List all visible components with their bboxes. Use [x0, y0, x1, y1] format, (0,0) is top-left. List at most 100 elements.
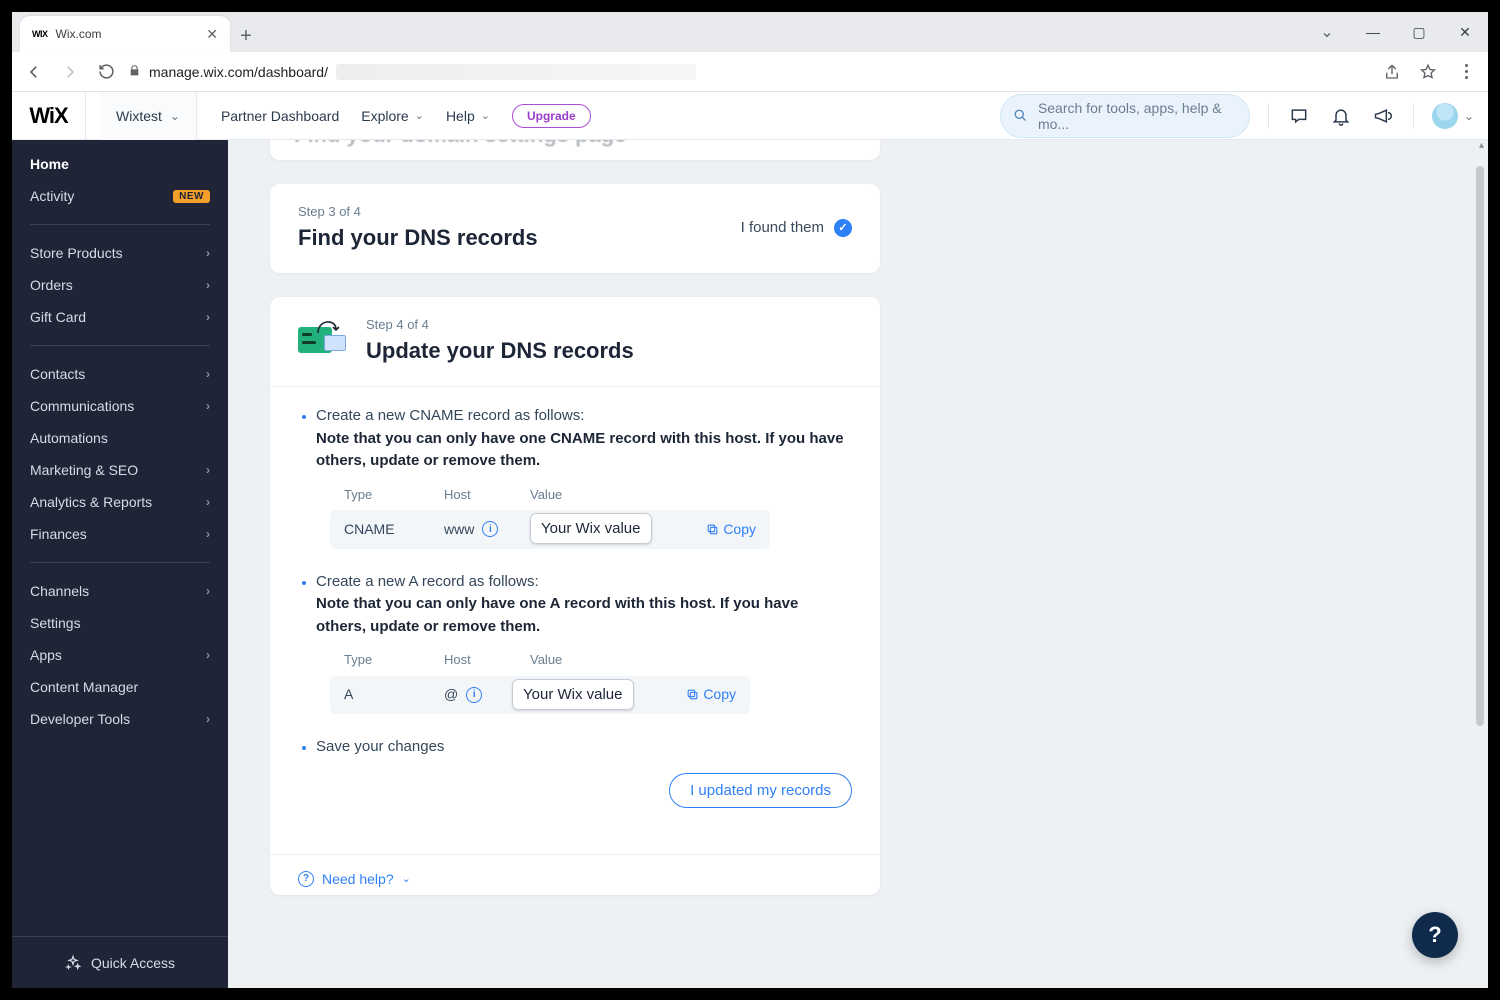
- sidebar-item-channels[interactable]: Channels›: [12, 575, 228, 607]
- account-menu[interactable]: ⌄: [1432, 103, 1474, 129]
- lock-icon: [128, 64, 141, 80]
- chevron-down-icon: ⌄: [402, 872, 411, 885]
- share-icon[interactable]: [1380, 60, 1404, 84]
- cell-host: www: [444, 519, 474, 540]
- close-tab-icon[interactable]: ✕: [206, 26, 218, 43]
- browser-tabstrip: WIX Wix.com ✕ + ⌄ — ▢ ✕: [12, 12, 1488, 52]
- sidebar-item-finances[interactable]: Finances›: [12, 518, 228, 550]
- chevron-right-icon: ›: [206, 495, 210, 509]
- chevron-down-icon: ⌄: [415, 109, 424, 122]
- nav-back-button[interactable]: [20, 58, 48, 86]
- sidebar-item-content-manager[interactable]: Content Manager: [12, 671, 228, 703]
- sidebar-item-label: Developer Tools: [30, 711, 130, 727]
- sidebar-item-label: Orders: [30, 277, 73, 293]
- separator: [30, 224, 210, 225]
- need-help-link[interactable]: ? Need help? ⌄: [298, 871, 852, 887]
- chevron-right-icon: ›: [206, 246, 210, 260]
- card-step2-peek: Find your domain settings page: [270, 140, 880, 160]
- separator: [30, 345, 210, 346]
- notifications-icon[interactable]: [1329, 104, 1353, 128]
- bookmark-star-icon[interactable]: [1416, 60, 1440, 84]
- sidebar-item-label: Analytics & Reports: [30, 494, 152, 510]
- copy-label: Copy: [723, 519, 756, 540]
- sidebar-item-communications[interactable]: Communications›: [12, 390, 228, 422]
- inbox-icon[interactable]: [1287, 104, 1311, 128]
- search-placeholder: Search for tools, apps, help & mo...: [1038, 100, 1237, 132]
- copy-button[interactable]: Copy: [686, 519, 756, 540]
- sidebar-item-contacts[interactable]: Contacts›: [12, 358, 228, 390]
- new-badge: NEW: [173, 190, 210, 203]
- nav-explore[interactable]: Explore⌄: [361, 108, 424, 124]
- window-buttons: ⌄ — ▢ ✕: [1304, 12, 1488, 52]
- sidebar-item-label: Gift Card: [30, 309, 86, 325]
- search-input[interactable]: Search for tools, apps, help & mo...: [1000, 94, 1250, 138]
- nav-partner-dashboard[interactable]: Partner Dashboard: [221, 108, 339, 124]
- sidebar-item-apps[interactable]: Apps›: [12, 639, 228, 671]
- sidebar-item-automations[interactable]: Automations: [12, 422, 228, 454]
- window-close-button[interactable]: ✕: [1442, 12, 1488, 52]
- tab-overflow-icon[interactable]: ⌄: [1304, 12, 1350, 52]
- sidebar-item-label: Settings: [30, 615, 81, 631]
- cell-host: @: [444, 684, 458, 705]
- info-icon[interactable]: i: [482, 521, 498, 537]
- window-minimize-button[interactable]: —: [1350, 12, 1396, 52]
- chevron-right-icon: ›: [206, 527, 210, 541]
- table-row: CNAME www i Your Wix value: [330, 510, 770, 549]
- chevron-down-icon: ⌄: [170, 109, 180, 123]
- info-icon[interactable]: i: [466, 687, 482, 703]
- chevron-right-icon: ›: [206, 463, 210, 477]
- card-title: Find your DNS records: [298, 225, 538, 251]
- col-host: Host: [444, 650, 530, 670]
- save-changes-text: Save your changes: [316, 738, 444, 755]
- sidebar-item-activity[interactable]: Activity NEW: [12, 180, 228, 212]
- sidebar-item-marketing-seo[interactable]: Marketing & SEO›: [12, 454, 228, 486]
- browser-menu-icon[interactable]: [1452, 58, 1480, 86]
- sidebar-item-home[interactable]: Home: [12, 148, 228, 180]
- nav-forward-button[interactable]: [56, 58, 84, 86]
- help-fab-button[interactable]: ?: [1412, 912, 1458, 958]
- avatar: [1432, 103, 1458, 129]
- copy-icon: [686, 688, 699, 701]
- chevron-right-icon: ›: [206, 399, 210, 413]
- wix-favicon: WIX: [32, 29, 48, 39]
- step-label: Step 3 of 4: [298, 204, 538, 219]
- sidebar-item-gift-card[interactable]: Gift Card ›: [12, 301, 228, 333]
- nav-reload-button[interactable]: [92, 58, 120, 86]
- nav-help[interactable]: Help⌄: [446, 108, 490, 124]
- need-help-label: Need help?: [322, 871, 394, 887]
- a-intro-text: Create a new A record as follows:: [316, 573, 539, 590]
- copy-button[interactable]: Copy: [666, 684, 736, 705]
- i-updated-my-records-button[interactable]: I updated my records: [669, 773, 852, 808]
- a-note-text: Note that you can only have one A record…: [316, 595, 798, 635]
- upgrade-button[interactable]: Upgrade: [512, 104, 591, 128]
- browser-tab[interactable]: WIX Wix.com ✕: [20, 16, 230, 52]
- sparkle-icon: [65, 955, 81, 971]
- new-tab-button[interactable]: +: [230, 20, 262, 52]
- chevron-down-icon: ⌄: [481, 109, 490, 122]
- quick-access-button[interactable]: Quick Access: [12, 936, 228, 988]
- sidebar-item-label: Store Products: [30, 245, 123, 261]
- chevron-down-icon: ⌄: [1464, 109, 1474, 123]
- cell-value: Your Wix value: [512, 679, 634, 710]
- col-host: Host: [444, 485, 530, 505]
- cname-intro-text: Create a new CNAME record as follows:: [316, 407, 584, 424]
- url-field[interactable]: manage.wix.com/dashboard/: [128, 64, 1372, 80]
- sidebar-item-settings[interactable]: Settings: [12, 607, 228, 639]
- chevron-right-icon: ›: [206, 310, 210, 324]
- sidebar-item-store-products[interactable]: Store Products ›: [12, 237, 228, 269]
- announcements-icon[interactable]: [1371, 104, 1395, 128]
- col-value: Value: [530, 650, 666, 670]
- sidebar-item-label: Content Manager: [30, 679, 138, 695]
- chevron-right-icon: ›: [206, 584, 210, 598]
- sidebar-item-developer-tools[interactable]: Developer Tools›: [12, 703, 228, 735]
- quick-access-label: Quick Access: [91, 955, 175, 971]
- window-maximize-button[interactable]: ▢: [1396, 12, 1442, 52]
- chevron-right-icon: ›: [206, 648, 210, 662]
- wix-logo[interactable]: WiX: [12, 92, 86, 140]
- sidebar: Home Activity NEW Store Products›Orders›…: [12, 140, 228, 988]
- i-found-them-button[interactable]: I found them ✓: [741, 219, 852, 237]
- sidebar-item-analytics-reports[interactable]: Analytics & Reports ›: [12, 486, 228, 518]
- question-circle-icon: ?: [298, 871, 314, 887]
- site-selector[interactable]: Wixtest ⌄: [100, 92, 197, 140]
- sidebar-item-orders[interactable]: Orders›: [12, 269, 228, 301]
